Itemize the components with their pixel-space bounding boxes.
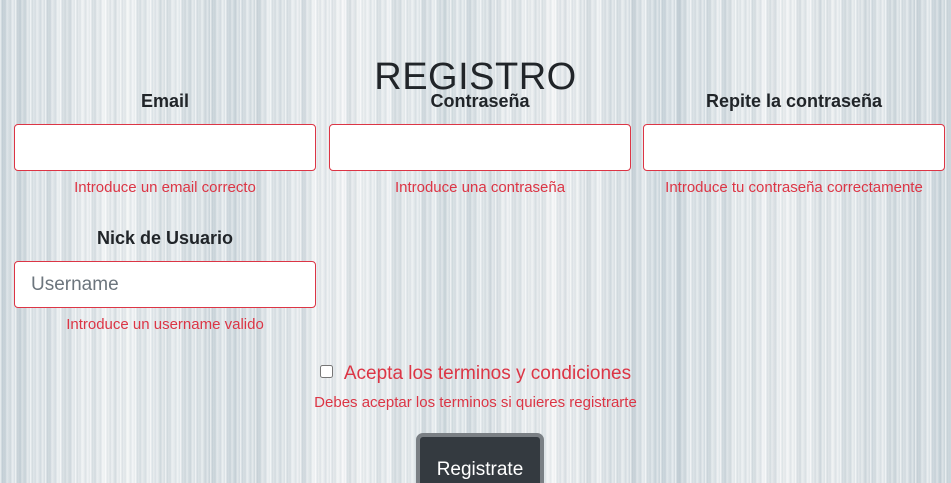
repeat-password-field[interactable] [643,124,945,171]
terms-row[interactable]: Acepta los terminos y condiciones [319,362,631,386]
password-label: Contraseña [430,91,530,111]
terms-label[interactable]: Acepta los terminos y condiciones [344,362,631,386]
nickname-label: Nick de Usuario [96,228,234,248]
register-button[interactable]: Registrate [416,433,544,483]
password-field[interactable] [329,124,631,171]
username-error: Introduce un username valido [66,316,264,333]
email-label: Email [140,91,190,111]
repeat-password-group: Repite la contraseña Introduce tu contra… [643,90,945,197]
repeat-password-label: Repite la contraseña [705,91,883,111]
terms-error: Debes aceptar los terminos si quieres re… [314,394,637,411]
repeat-password-error: Introduce tu contraseña correctamente [665,179,923,196]
terms-checkbox[interactable] [319,364,333,378]
terms-group: Acepta los terminos y condiciones Debes … [0,362,951,412]
nickname-group: Nick de Usuario Introduce un username va… [14,227,316,334]
password-group: Contraseña Introduce una contraseña [329,90,631,197]
email-error: Introduce un email correcto [74,179,256,196]
username-field[interactable] [14,261,316,308]
password-error: Introduce una contraseña [394,179,566,196]
email-group: Email Introduce un email correcto [14,90,316,197]
email-field[interactable] [14,124,316,171]
